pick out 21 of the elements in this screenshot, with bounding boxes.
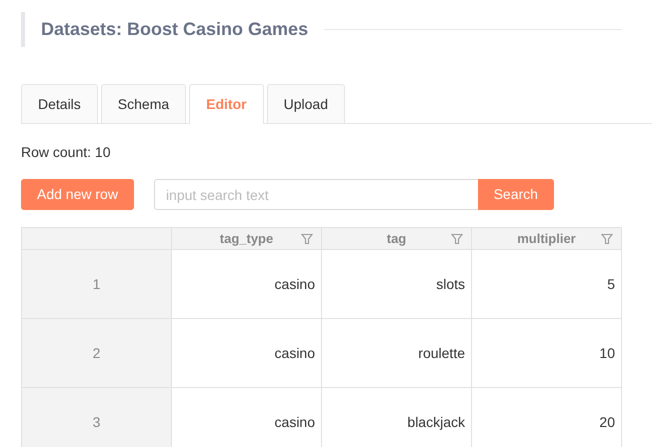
column-header: tag xyxy=(386,230,406,248)
row-count: Row count: 10 xyxy=(21,143,112,162)
table-cell: roulette xyxy=(322,318,472,388)
table-cell: slots xyxy=(322,250,472,318)
table-cell: 5 xyxy=(472,250,622,318)
row-number: 3 xyxy=(22,388,172,447)
tab[interactable]: Upload xyxy=(266,84,345,123)
row-number: 1 xyxy=(22,250,172,318)
table-cell: casino xyxy=(172,250,322,318)
filter-icon[interactable] xyxy=(601,232,613,244)
filter-icon[interactable] xyxy=(451,232,463,244)
table-cell: 10 xyxy=(472,318,622,388)
table-cell: casino xyxy=(172,318,322,388)
tab[interactable]: Details xyxy=(21,84,98,123)
row-number: 2 xyxy=(22,318,172,388)
column-header: multiplier xyxy=(517,230,576,248)
tab[interactable]: Schema xyxy=(100,84,186,123)
filter-icon[interactable] xyxy=(301,232,313,244)
page-title: Datasets: Boost Casino Games xyxy=(41,18,308,41)
search-field[interactable]: input search text xyxy=(154,179,478,210)
column-header: tag_type xyxy=(220,230,274,248)
